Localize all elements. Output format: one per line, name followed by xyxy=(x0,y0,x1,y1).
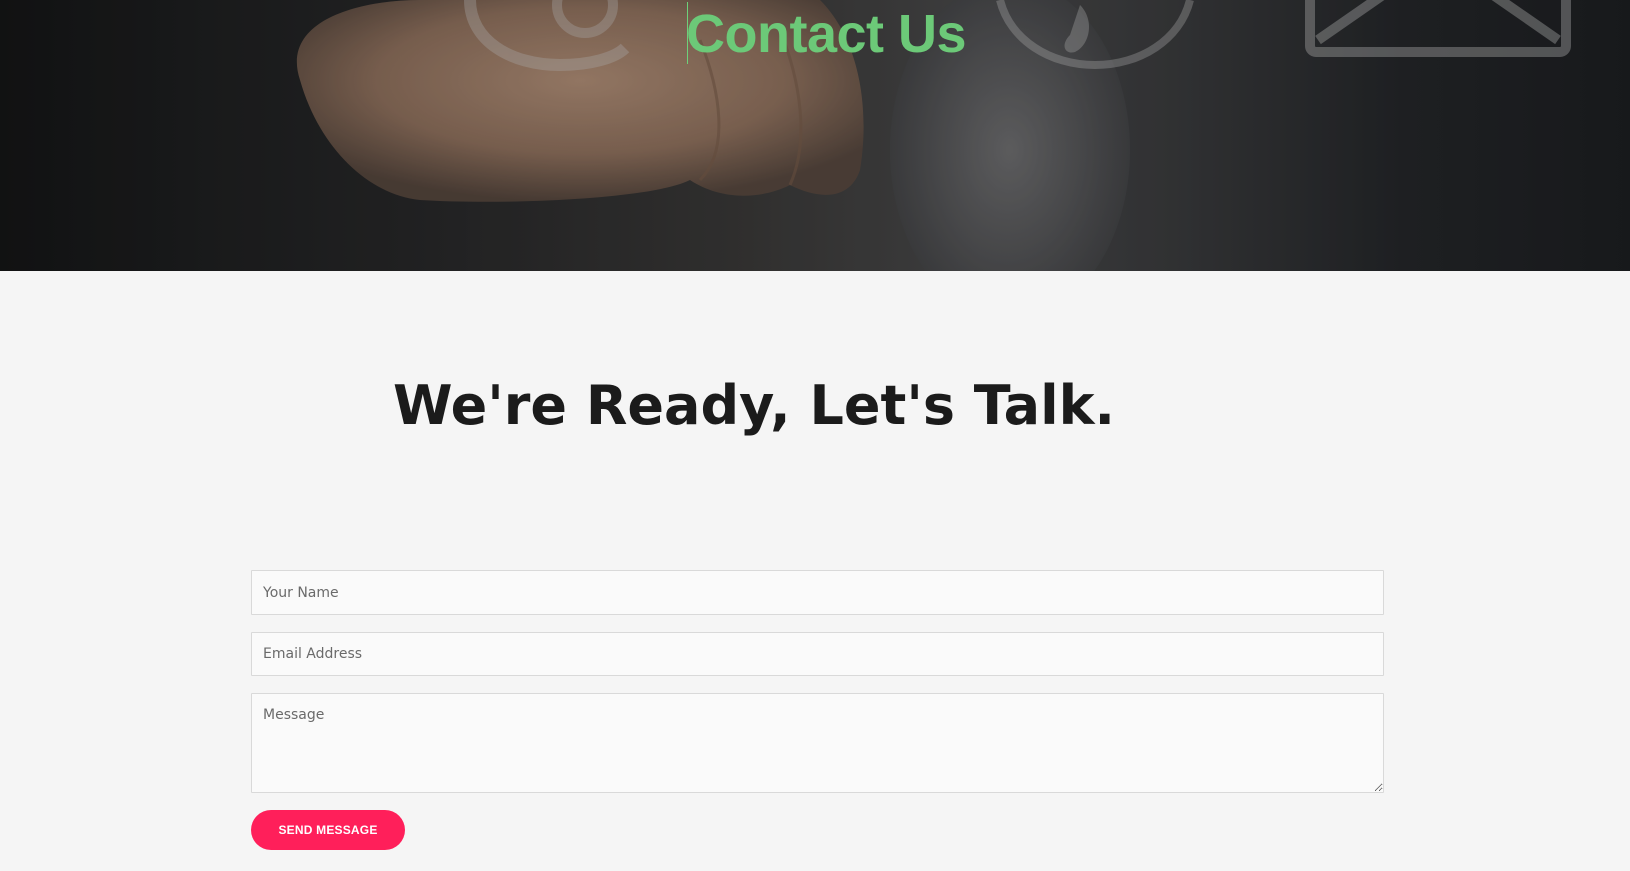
message-textarea[interactable] xyxy=(251,693,1384,793)
name-input[interactable] xyxy=(251,570,1384,615)
email-input[interactable] xyxy=(251,632,1384,676)
section-headline: We're Ready, Let's Talk. xyxy=(393,374,1116,437)
send-message-button[interactable]: SEND MESSAGE xyxy=(251,810,405,850)
hero-banner: Contact Us xyxy=(0,0,1630,271)
page-title: Contact Us xyxy=(686,4,967,64)
